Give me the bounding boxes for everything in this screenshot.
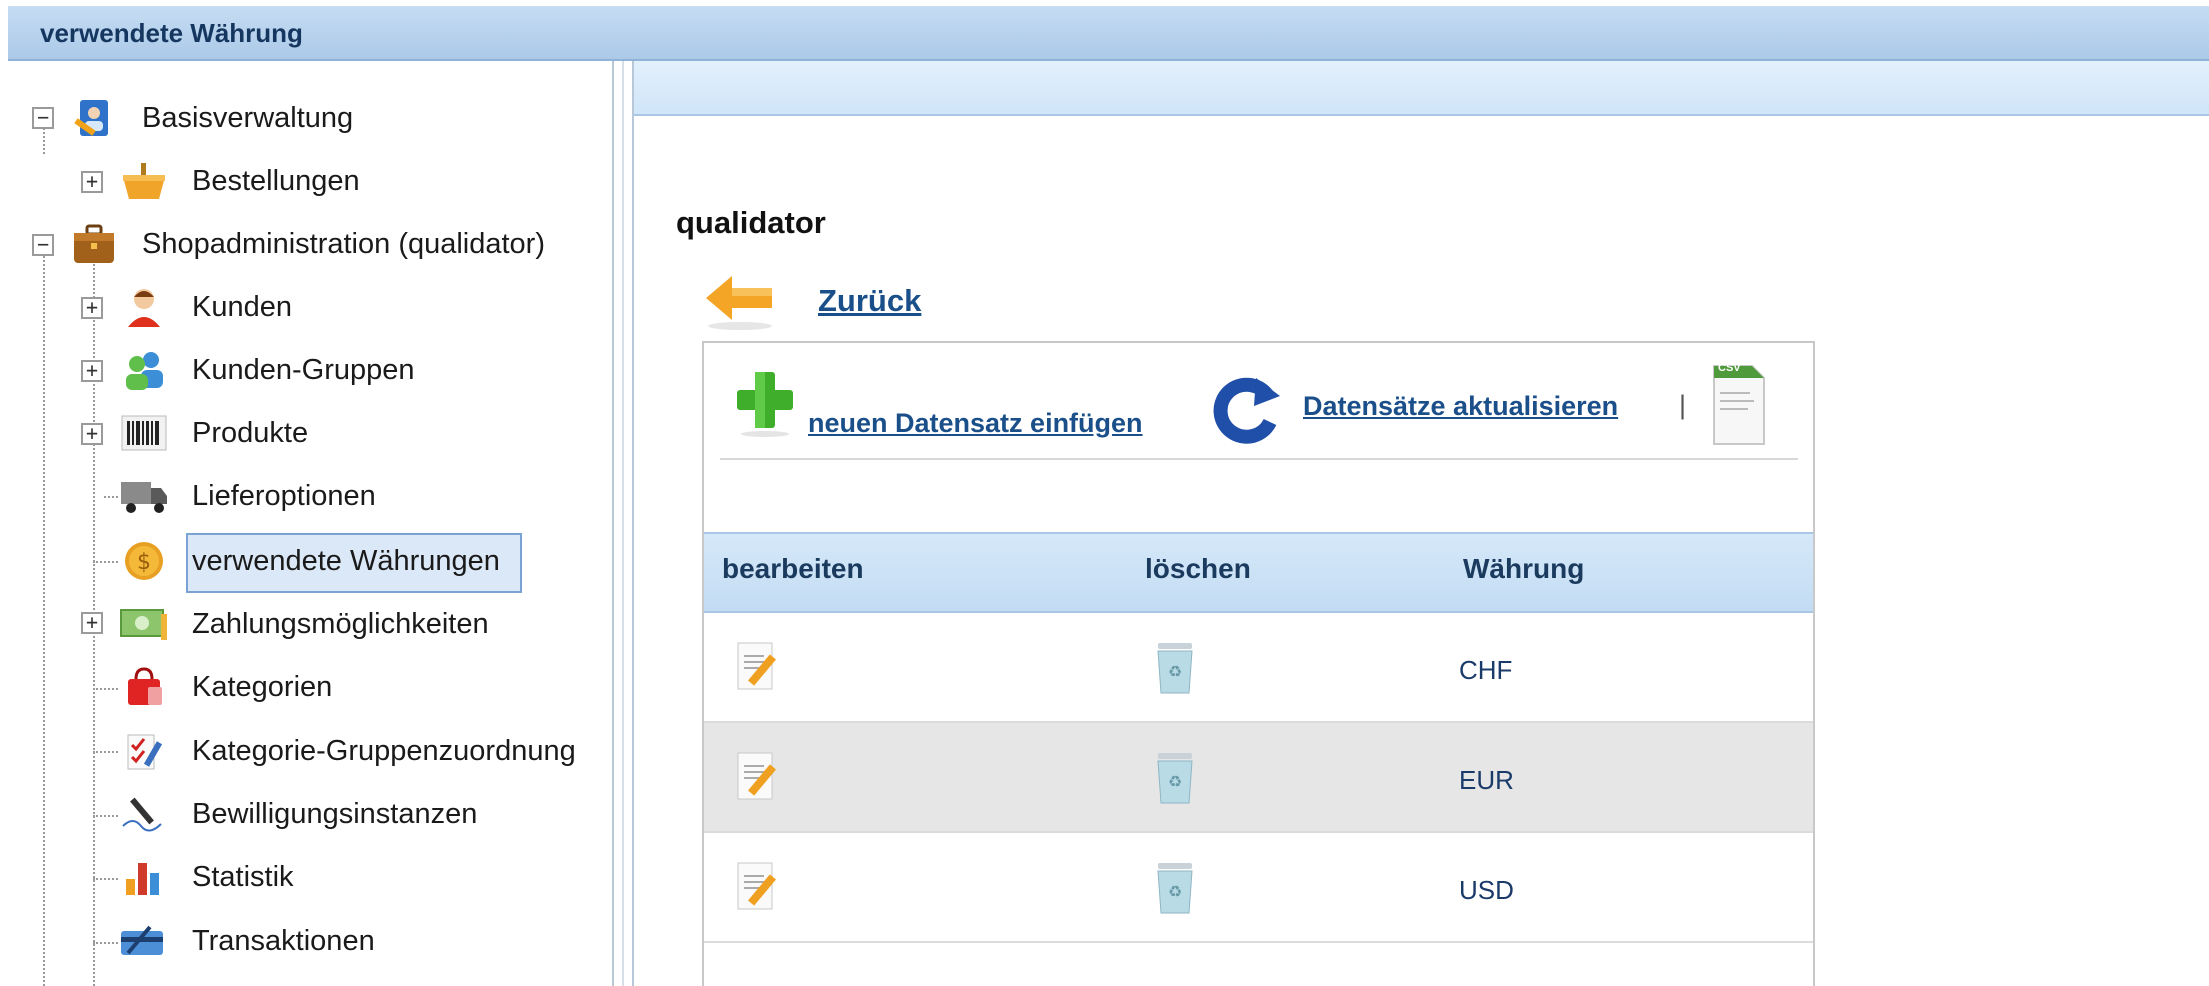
currency-cell: EUR (1459, 765, 1514, 795)
currency-cell: USD (1459, 875, 1514, 905)
tree-connector (93, 878, 118, 880)
collapse-toggle-shopadministration[interactable]: − (32, 234, 54, 256)
back-arrow-icon[interactable] (702, 270, 778, 332)
table-header (704, 532, 1813, 613)
toolbar-divider (720, 458, 1798, 460)
briefcase-icon (68, 218, 120, 270)
tree-item-zahlungsmoeglichkeiten[interactable]: Zahlungsmöglichkeiten (118, 598, 538, 650)
edit-icon[interactable] (732, 749, 792, 814)
csv-export-icon[interactable]: CSV (1710, 362, 1768, 448)
trash-icon[interactable]: ♻ (1150, 639, 1200, 702)
tree-connector (93, 688, 118, 690)
content-header-bar (634, 61, 2209, 116)
banknote-icon (118, 598, 170, 650)
tree-item-kategorien[interactable]: Kategorien (118, 661, 418, 713)
customer-group-icon (118, 344, 170, 396)
trash-icon[interactable]: ♻ (1150, 749, 1200, 812)
expand-toggle-kunden-gruppen[interactable]: + (81, 360, 103, 382)
tree-item-label: Lieferoptionen (192, 480, 376, 512)
shopping-bag-icon (118, 661, 170, 713)
refresh-icon[interactable] (1212, 374, 1284, 446)
bar-chart-icon (118, 851, 170, 903)
tree-item-label: Statistik (192, 861, 294, 893)
tree-item-label: Kunden-Gruppen (192, 354, 415, 386)
tree-item-kunden[interactable]: Kunden (118, 281, 418, 333)
add-icon[interactable] (733, 368, 797, 438)
svg-text:♻: ♻ (1168, 662, 1182, 681)
toolbar-separator: | (1679, 390, 1687, 420)
tree-item-kunden-gruppen[interactable]: Kunden-Gruppen (118, 344, 438, 396)
window-title-bar: verwendete Währung (8, 6, 2209, 61)
tree-item-label: Kunden (192, 291, 292, 323)
coin-icon: $ (118, 535, 170, 587)
checklist-icon (118, 725, 170, 777)
user-id-icon (68, 92, 120, 144)
tree-item-label: Bestellungen (192, 165, 360, 197)
tree-item-verwendete-waehrungen[interactable]: $ verwendete Währungen (118, 535, 518, 587)
tree-item-label: Produkte (192, 417, 309, 449)
truck-icon (118, 470, 170, 522)
expand-toggle-kunden[interactable]: + (81, 297, 103, 319)
tree-item-label: Basisverwaltung (142, 102, 354, 134)
back-link[interactable]: Zurück (818, 283, 921, 319)
tree-connector (104, 496, 118, 498)
barcode-icon (118, 407, 170, 459)
column-header-currency[interactable]: Währung (1463, 553, 1584, 585)
insert-record-link[interactable]: neuen Datensatz einfügen (808, 408, 1143, 439)
tree-item-transaktionen[interactable]: Transaktionen (118, 915, 458, 967)
edit-icon[interactable] (732, 859, 792, 924)
tree-connector (93, 751, 118, 753)
tree-item-shopadministration[interactable]: Shopadministration (qualidator) (68, 218, 588, 270)
currency-cell: CHF (1459, 655, 1513, 685)
basket-icon (118, 155, 170, 207)
refresh-records-link[interactable]: Datensätze aktualisieren (1303, 391, 1618, 422)
tree-connector (43, 256, 45, 986)
svg-text:♻: ♻ (1168, 882, 1182, 901)
credit-card-icon (118, 915, 170, 967)
tree-item-label: verwendete Währungen (192, 545, 500, 577)
tree-item-label: Kategorien (192, 671, 333, 703)
tree-item-label: Shopadministration (qualidator) (142, 228, 545, 260)
collapse-toggle-basisverwaltung[interactable]: − (32, 107, 54, 129)
tree-item-label: Zahlungsmöglichkeiten (192, 608, 489, 640)
expand-toggle-zahlungsmoeglichkeiten[interactable]: + (81, 612, 103, 634)
panel-splitter[interactable] (612, 61, 634, 986)
expand-toggle-produkte[interactable]: + (81, 423, 103, 445)
tree-item-label: Transaktionen (192, 925, 375, 957)
csv-badge: CSV (1718, 362, 1741, 374)
tree-item-bestellungen[interactable]: Bestellungen (118, 155, 418, 207)
page-title: qualidator (676, 205, 826, 240)
trash-icon[interactable]: ♻ (1150, 859, 1200, 922)
edit-icon[interactable] (732, 639, 792, 704)
tree-connector (93, 561, 118, 563)
window-title: verwendete Währung (40, 18, 303, 48)
tree-connector (93, 815, 118, 817)
tree-item-kategorie-gruppenzuordnung[interactable]: Kategorie-Gruppenzuordnung (118, 725, 598, 777)
pen-signature-icon (118, 788, 170, 840)
svg-text:$: $ (137, 550, 151, 575)
tree-connector (93, 942, 118, 944)
customer-icon (118, 281, 170, 333)
expand-toggle-bestellungen[interactable]: + (81, 171, 103, 193)
table-row[interactable]: ♻ USD (704, 833, 1813, 943)
tree-item-statistik[interactable]: Statistik (118, 851, 418, 903)
tree-item-lieferoptionen[interactable]: Lieferoptionen (118, 470, 438, 522)
tree-item-bewilligungsinstanzen[interactable]: Bewilligungsinstanzen (118, 788, 538, 840)
tree-item-produkte[interactable]: Produkte (118, 407, 418, 459)
column-header-delete[interactable]: löschen (1145, 553, 1251, 585)
table-row[interactable]: ♻ EUR (704, 723, 1813, 833)
tree-item-basisverwaltung[interactable]: Basisverwaltung (68, 92, 388, 144)
column-header-edit[interactable]: bearbeiten (722, 553, 864, 585)
tree-item-label: Kategorie-Gruppenzuordnung (192, 735, 576, 767)
tree-item-label: Bewilligungsinstanzen (192, 798, 478, 830)
table-row[interactable]: ♻ CHF (704, 613, 1813, 723)
svg-text:♻: ♻ (1168, 772, 1182, 791)
